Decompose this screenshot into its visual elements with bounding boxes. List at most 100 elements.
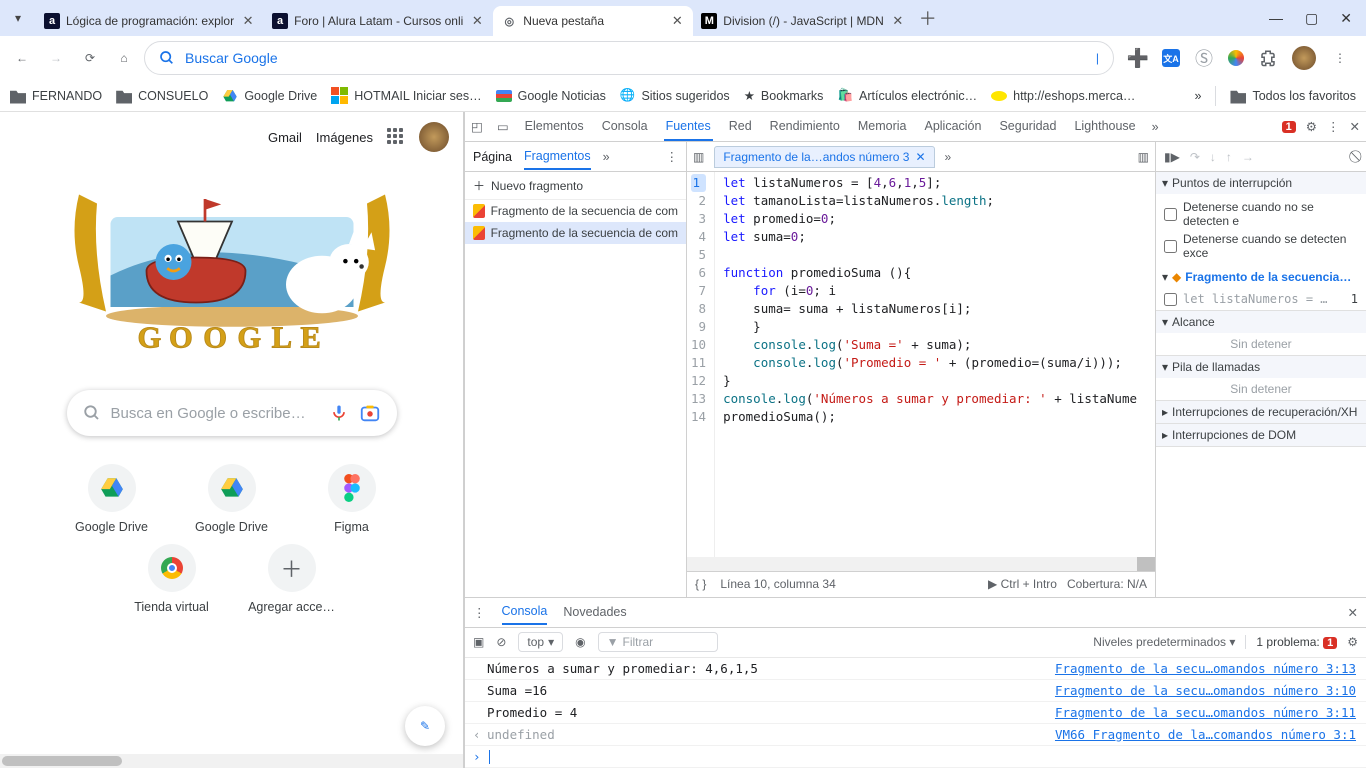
ext-skype-icon[interactable]: Ⓢ xyxy=(1194,48,1214,68)
bookmark-item[interactable]: ★Bookmarks xyxy=(744,88,824,103)
console-settings-icon[interactable]: ⚙ xyxy=(1347,635,1358,649)
code-area[interactable]: 1234567891011121314 let listaNumeros = [… xyxy=(687,172,1155,557)
step-icon[interactable]: → xyxy=(1242,150,1254,164)
pause-caught-checkbox[interactable]: Detenerse cuando se detecten exce xyxy=(1164,230,1358,262)
issues-link[interactable]: 1 problema: 1 xyxy=(1245,635,1337,649)
bookmark-item[interactable]: FERNANDO xyxy=(10,88,102,104)
step-into-icon[interactable]: ↓ xyxy=(1210,150,1216,164)
devtools-panel-tab[interactable]: Red xyxy=(727,113,754,141)
clear-console-icon[interactable]: ⊘ xyxy=(496,635,506,649)
google-doodle[interactable]: GOO GLE xyxy=(52,162,412,362)
breakpoint-line[interactable]: let listaNumeros = … 1 xyxy=(1156,288,1366,310)
inspect-icon[interactable]: ◰ xyxy=(471,119,483,134)
section-header[interactable]: ▾ Pila de llamadas xyxy=(1156,356,1366,378)
more-panels-icon[interactable]: » xyxy=(1152,120,1159,134)
toggle-debugger-icon[interactable]: ▥ xyxy=(1138,150,1149,164)
extensions-button[interactable] xyxy=(1258,48,1278,68)
devtools-panel-tab[interactable]: Lighthouse xyxy=(1072,113,1137,141)
more-tabs-icon[interactable]: » xyxy=(603,150,610,164)
ext-add-icon[interactable]: ➕ xyxy=(1128,48,1148,68)
editor-open-tab[interactable]: Fragmento de la…andos número 3 ✕ xyxy=(714,146,934,168)
tab-close-icon[interactable]: ✕ xyxy=(890,13,906,29)
live-expression-icon[interactable]: ◉ xyxy=(575,635,585,649)
browser-tab[interactable]: aForo | Alura Latam - Cursos onli✕ xyxy=(264,6,493,36)
drawer-menu-icon[interactable]: ⋮ xyxy=(473,605,486,620)
bookmark-item[interactable]: HOTMAIL Iniciar ses… xyxy=(331,87,481,104)
devtools-panel-tab[interactable]: Fuentes xyxy=(664,113,713,141)
home-button[interactable]: ⌂ xyxy=(110,44,138,72)
ext-translate-icon[interactable]: 文A xyxy=(1162,49,1180,67)
reload-button[interactable]: ⟳ xyxy=(76,44,104,72)
forward-button[interactable]: → xyxy=(42,44,70,72)
all-bookmarks-button[interactable]: Todos los favoritos xyxy=(1230,88,1356,104)
run-snippet-button[interactable]: ▶ Ctrl + Intro xyxy=(988,577,1057,591)
bookmark-item[interactable]: 🌐Sitios sugeridos xyxy=(620,88,730,103)
snippet-item[interactable]: Fragmento de la secuencia de com xyxy=(465,222,686,244)
new-tab-button[interactable]: ＋ xyxy=(914,0,942,36)
drawer-tab-whatsnew[interactable]: Novedades xyxy=(563,605,626,619)
bookmark-item[interactable]: Google Drive xyxy=(222,88,317,104)
drawer-tab-console[interactable]: Consola xyxy=(502,599,548,625)
breakpoint-source[interactable]: ▾ ◆ Fragmento de la secuencia… xyxy=(1156,266,1366,288)
minimize-button[interactable]: ― xyxy=(1269,10,1283,26)
new-snippet-button[interactable]: ＋ Nuevo fragmento xyxy=(465,172,686,200)
section-header[interactable]: ▾ Puntos de interrupción xyxy=(1156,172,1366,194)
customize-fab[interactable]: ✎ xyxy=(405,706,445,746)
console-prompt[interactable] xyxy=(465,746,1366,768)
voice-search-icon[interactable] xyxy=(329,403,349,423)
ntp-shortcut[interactable]: Google Drive xyxy=(62,464,162,534)
console-filter[interactable]: ▼ Filtrar xyxy=(598,632,718,652)
bookmark-item[interactable]: CONSUELO xyxy=(116,88,208,104)
apps-grid-icon[interactable] xyxy=(387,128,405,146)
profile-avatar[interactable] xyxy=(1292,46,1316,70)
devtools-panel-tab[interactable]: Consola xyxy=(600,113,650,141)
ntp-shortcut[interactable]: Tienda virtual xyxy=(122,544,222,614)
device-toggle-icon[interactable]: ▭ xyxy=(497,119,509,134)
bookmark-item[interactable]: 🛍️Artículos electrónic… xyxy=(837,88,977,103)
console-source-link[interactable]: Fragmento de la secu…omandos número 3:13 xyxy=(1055,661,1356,676)
snippet-item[interactable]: Fragmento de la secuencia de com xyxy=(465,200,686,222)
ntp-shortcut[interactable]: ＋Agregar acce… xyxy=(242,544,342,614)
browser-tab[interactable]: aLógica de programación: explor✕ xyxy=(36,6,264,36)
step-over-icon[interactable]: ↷ xyxy=(1190,150,1200,164)
devtools-panel-tab[interactable]: Rendimiento xyxy=(768,113,842,141)
account-avatar[interactable] xyxy=(419,122,449,152)
context-selector[interactable]: top ▾ xyxy=(518,632,563,652)
devtools-panel-tab[interactable]: Seguridad xyxy=(997,113,1058,141)
devtools-menu-icon[interactable]: ⋮ xyxy=(1327,119,1340,134)
bookmark-item[interactable]: Google Noticias xyxy=(496,89,606,103)
section-header[interactable]: ▸ Interrupciones de DOM xyxy=(1156,424,1366,446)
section-header[interactable]: ▾ Alcance xyxy=(1156,311,1366,333)
browser-tab[interactable]: ◎Nueva pestaña✕ xyxy=(493,6,693,36)
back-button[interactable]: ← xyxy=(8,44,36,72)
pause-button[interactable]: ▮▶ xyxy=(1164,150,1180,164)
ntp-shortcut[interactable]: Google Drive xyxy=(182,464,282,534)
maximize-button[interactable]: ▢ xyxy=(1305,10,1318,27)
more-tabs-icon[interactable]: » xyxy=(945,150,952,164)
sources-tab-page[interactable]: Página xyxy=(473,150,512,164)
omnibox[interactable]: Buscar Google | xyxy=(144,41,1114,75)
tab-close-icon[interactable]: ✕ xyxy=(669,13,685,29)
bookmark-item[interactable]: http://eshops.merca… xyxy=(991,89,1135,103)
toggle-navigator-icon[interactable]: ▥ xyxy=(693,150,704,164)
devtools-close-icon[interactable]: ✕ xyxy=(1350,119,1360,134)
ext-generic-icon[interactable] xyxy=(1228,50,1244,66)
pause-uncaught-checkbox[interactable]: Detenerse cuando no se detecten e xyxy=(1164,198,1358,230)
images-link[interactable]: Imágenes xyxy=(316,130,373,145)
ntp-shortcut[interactable]: Figma xyxy=(302,464,402,534)
tab-close-icon[interactable]: ✕ xyxy=(915,150,925,164)
browser-tab[interactable]: MDivision (/) - JavaScript | MDN✕ xyxy=(693,6,913,36)
console-source-link[interactable]: VM66 Fragmento de la…comandos número 3:1 xyxy=(1055,727,1356,742)
sources-menu-icon[interactable]: ⋮ xyxy=(666,149,679,164)
browser-menu-button[interactable]: ⋮ xyxy=(1330,48,1350,68)
console-source-link[interactable]: Fragmento de la secu…omandos número 3:10 xyxy=(1055,683,1356,698)
bookmarks-overflow[interactable]: » xyxy=(1195,89,1202,103)
step-out-icon[interactable]: ↑ xyxy=(1226,150,1232,164)
sources-tab-snippets[interactable]: Fragmentos xyxy=(524,144,591,170)
drawer-close-icon[interactable]: ✕ xyxy=(1348,605,1358,620)
devtools-panel-tab[interactable]: Elementos xyxy=(523,113,586,141)
tab-close-icon[interactable]: ✕ xyxy=(469,13,485,29)
console-sidebar-toggle[interactable]: ▣ xyxy=(473,635,484,649)
console-source-link[interactable]: Fragmento de la secu…omandos número 3:11 xyxy=(1055,705,1356,720)
tab-close-icon[interactable]: ✕ xyxy=(240,13,256,29)
